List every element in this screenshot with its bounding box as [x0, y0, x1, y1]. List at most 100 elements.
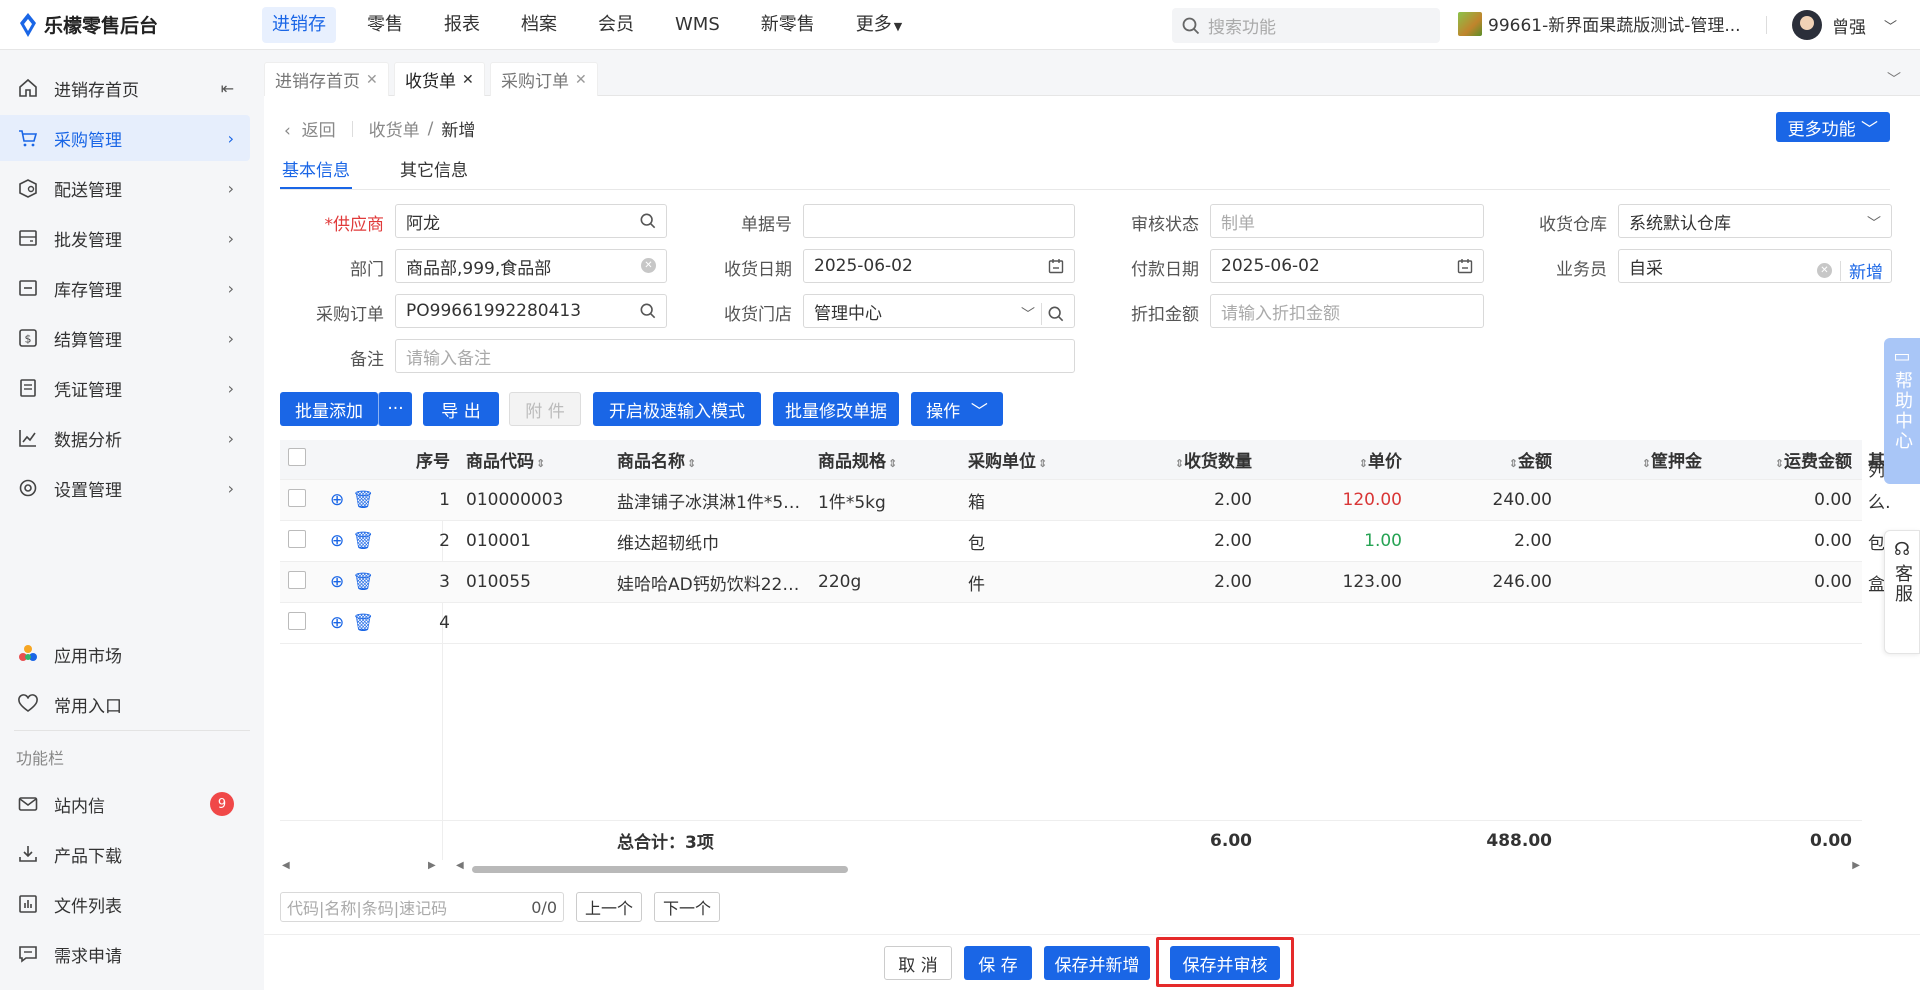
cell-qty[interactable]: 2.00 — [1110, 490, 1260, 510]
col-deposit[interactable]: ⇕筐押金 — [1560, 447, 1710, 472]
cell-name[interactable]: 维达超韧纸巾 — [609, 529, 810, 554]
col-spec[interactable]: 商品规格 ⇕ — [810, 447, 960, 472]
collapse-sidebar-icon[interactable]: ⇤ — [221, 79, 234, 98]
find-next-button[interactable]: 下一个 — [654, 892, 720, 922]
add-row-icon[interactable]: ⊕ — [330, 490, 344, 510]
col-code[interactable]: 商品代码 ⇕ — [458, 447, 609, 472]
cell-price[interactable]: 123.00 — [1260, 572, 1410, 592]
salesman-input[interactable]: 自采 ✕ 新增 — [1618, 249, 1892, 283]
col-price[interactable]: ⇕单价 — [1260, 447, 1410, 472]
col-qty[interactable]: ⇕收货数量 — [1110, 447, 1260, 472]
store-selector[interactable]: 99661-新界面果蔬版测试-管理... — [1458, 11, 1741, 36]
tab-other-info[interactable]: 其它信息 — [398, 156, 470, 189]
app-logo[interactable]: 乐檬零售后台 — [0, 11, 262, 38]
sidebar-item-wholesale[interactable]: 批发管理 › — [0, 215, 250, 261]
tab-jxc-home[interactable]: 进销存首页 ✕ — [264, 62, 389, 96]
topnav-report[interactable]: 报表 — [434, 7, 490, 43]
clear-icon[interactable]: ✕ — [641, 258, 656, 273]
search-icon[interactable] — [640, 213, 656, 229]
column-settings-label[interactable]: 列 — [1868, 456, 1885, 481]
delete-row-icon[interactable]: 🗑 — [352, 490, 374, 510]
sidebar-item-settlement[interactable]: $ 结算管理 › — [0, 315, 250, 361]
cell-amount[interactable]: 246.00 — [1410, 572, 1560, 592]
export-button[interactable]: 导 出 — [423, 392, 499, 426]
sidebar-item-download[interactable]: 产品下载 — [0, 831, 250, 877]
doc-no-input[interactable] — [803, 204, 1075, 238]
cell-qty[interactable]: 2.00 — [1110, 572, 1260, 592]
add-row-icon[interactable]: ⊕ — [330, 531, 344, 551]
sidebar-item-voucher[interactable]: 凭证管理 › — [0, 365, 250, 411]
topnav-more[interactable]: 更多 ▼ — [846, 7, 912, 43]
pay-date-input[interactable]: 2025-06-02 — [1210, 249, 1484, 283]
department-input[interactable]: 商品部,999,食品部 ✕ — [395, 249, 667, 283]
topnav-wms[interactable]: WMS — [665, 7, 730, 43]
topnav-new-retail[interactable]: 新零售 — [751, 7, 825, 43]
add-salesman-link[interactable]: 新增 — [1849, 258, 1883, 283]
tab-purchase-order[interactable]: 采购订单 ✕ — [490, 62, 598, 96]
col-unit[interactable]: 采购单位 ⇕ — [960, 447, 1110, 472]
col-name[interactable]: 商品名称 ⇕ — [609, 447, 810, 472]
topnav-member[interactable]: 会员 — [588, 7, 644, 43]
clear-icon[interactable]: ✕ — [1817, 263, 1832, 278]
breadcrumb-parent[interactable]: 收货单 — [369, 116, 420, 141]
supplier-input[interactable]: 阿龙 — [395, 204, 667, 238]
user-menu[interactable]: 曾强 ﹀ — [1792, 10, 1897, 40]
close-icon[interactable]: ✕ — [462, 72, 474, 88]
delete-row-icon[interactable]: 🗑 — [352, 531, 374, 551]
add-row-icon[interactable]: ⊕ — [330, 613, 344, 633]
topnav-archive[interactable]: 档案 — [511, 7, 567, 43]
search-icon[interactable] — [1048, 306, 1064, 322]
delete-row-icon[interactable]: 🗑 — [352, 613, 374, 633]
discount-input[interactable]: 请输入折扣金额 — [1210, 294, 1484, 328]
sidebar-item-files[interactable]: 文件列表 — [0, 881, 250, 927]
cell-unit[interactable]: 箱 — [960, 488, 1110, 513]
add-row-icon[interactable]: ⊕ — [330, 572, 344, 592]
sidebar-item-analytics[interactable]: 数据分析 › — [0, 415, 250, 461]
topnav-jxc[interactable]: 进销存 — [262, 6, 336, 43]
operations-button[interactable]: 操作 ﹀ — [911, 392, 1003, 426]
cell-unit[interactable]: 件 — [960, 570, 1110, 595]
cell-price[interactable]: 1.00 — [1260, 531, 1410, 551]
search-box[interactable]: 搜索功能 — [1172, 8, 1440, 43]
sidebar-item-home[interactable]: 进销存首页 ⇤ — [0, 65, 250, 111]
close-icon[interactable]: ✕ — [366, 72, 378, 88]
cell-unit[interactable]: 包 — [960, 529, 1110, 554]
sidebar-item-purchase[interactable]: 采购管理 › — [0, 115, 250, 161]
receive-date-input[interactable]: 2025-06-02 — [803, 249, 1075, 283]
tab-basic-info[interactable]: 基本信息 — [280, 156, 352, 189]
row-checkbox[interactable] — [288, 529, 306, 548]
cell-freight[interactable]: 0.00 — [1710, 490, 1860, 510]
customer-service-float[interactable]: ☊ 客服 — [1884, 530, 1920, 654]
find-input[interactable]: 代码|名称|条码|速记码 0/0 — [280, 892, 564, 922]
scrollbar-thumb[interactable] — [472, 866, 848, 873]
close-icon[interactable]: ✕ — [575, 72, 587, 88]
cell-code[interactable]: 010055 — [458, 572, 609, 592]
sidebar-item-inventory[interactable]: 库存管理 › — [0, 265, 250, 311]
col-freight[interactable]: ⇕运费金额 — [1710, 447, 1860, 472]
scroll-right-icon[interactable]: ▶ — [1852, 860, 1860, 871]
horizontal-scrollbar[interactable]: ◀ ▶ ◀ ▶ — [280, 860, 1862, 876]
cell-code[interactable]: 010000003 — [458, 490, 609, 510]
fast-input-mode-button[interactable]: 开启极速输入模式 — [593, 392, 761, 426]
tab-receipt[interactable]: 收货单 ✕ — [394, 62, 485, 96]
more-functions-button[interactable]: 更多功能 ﹀ — [1775, 112, 1890, 142]
cell-amount[interactable]: 240.00 — [1410, 490, 1560, 510]
cell-freight[interactable]: 0.00 — [1710, 531, 1860, 551]
scroll-right-icon[interactable]: ▶ — [428, 860, 436, 871]
sidebar-item-messages[interactable]: 站内信 9 — [0, 781, 250, 827]
help-center-float[interactable]: ▭ 帮助中心 — [1884, 338, 1920, 484]
back-link[interactable]: ‹ 返回 — [284, 116, 336, 141]
scroll-left-icon[interactable]: ◀ — [456, 860, 464, 871]
row-checkbox[interactable] — [288, 570, 306, 589]
row-checkbox[interactable] — [288, 488, 306, 507]
search-icon[interactable] — [640, 303, 656, 319]
tabs-dropdown-icon[interactable]: ﹀ — [1880, 66, 1908, 92]
col-amount[interactable]: ⇕金额 — [1410, 447, 1560, 472]
topnav-retail[interactable]: 零售 — [357, 7, 413, 43]
batch-add-more-button[interactable]: ··· — [378, 392, 412, 426]
cell-code[interactable]: 010001 — [458, 531, 609, 551]
save-button[interactable]: 保 存 — [964, 946, 1032, 980]
save-and-new-button[interactable]: 保存并新增 — [1044, 946, 1150, 980]
sidebar-item-favorites[interactable]: 常用入口 — [0, 681, 250, 727]
cell-name[interactable]: 娃哈哈AD钙奶饮料220g — [609, 570, 810, 595]
